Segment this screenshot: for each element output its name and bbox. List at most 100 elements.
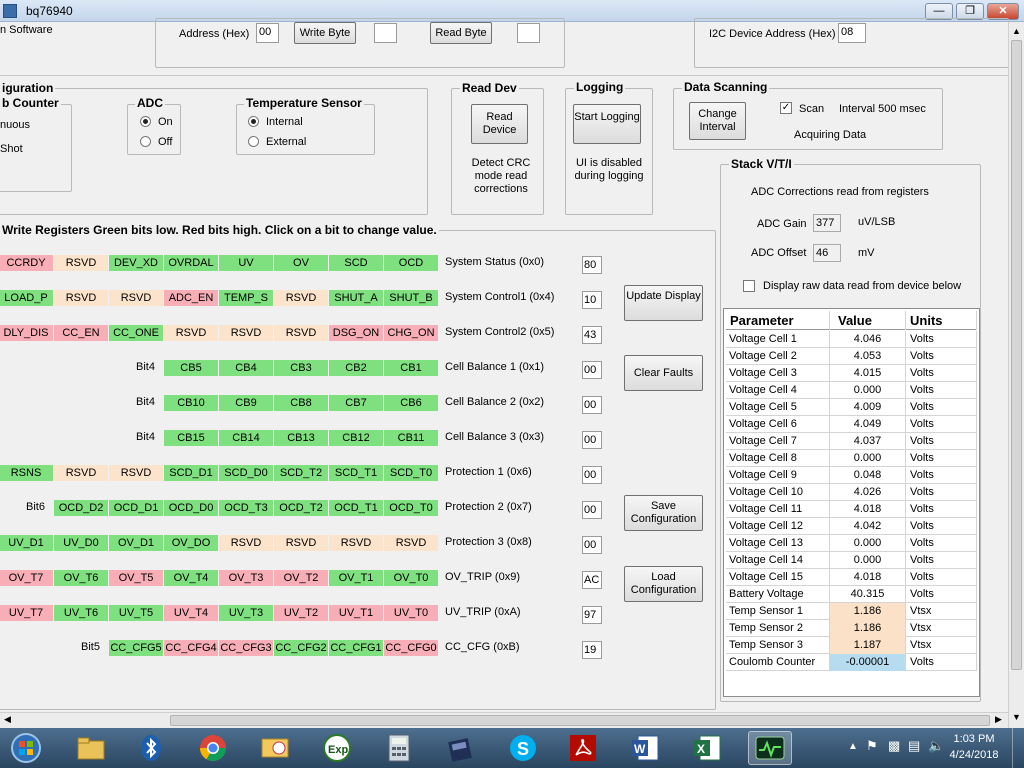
register-bit[interactable]: CC_CFG4 [164, 640, 218, 656]
register-bit[interactable]: OCD_D1 [109, 500, 163, 516]
register-value-input[interactable]: 43 [582, 326, 602, 344]
register-bit[interactable]: OCD_D2 [54, 500, 108, 516]
register-bit[interactable]: OV_T3 [219, 570, 273, 586]
start-logging-button[interactable]: Start Logging [573, 104, 641, 144]
register-bit[interactable]: RSVD [219, 535, 273, 551]
clear-faults-button[interactable]: Clear Faults [624, 355, 703, 391]
calculator-icon[interactable] [380, 732, 418, 764]
vertical-scroll-thumb[interactable] [1011, 40, 1022, 670]
register-bit[interactable]: CB15 [164, 430, 218, 446]
bluetooth-icon[interactable] [132, 732, 170, 764]
update-display-button[interactable]: Update Display [624, 285, 703, 321]
adc-off-radio[interactable] [140, 136, 151, 147]
read-device-button[interactable]: Read Device [471, 104, 528, 144]
register-bit[interactable]: CB1 [384, 360, 438, 376]
i2c-address-input[interactable]: 08 [838, 23, 866, 43]
read-byte-button[interactable]: Read Byte [430, 22, 492, 44]
register-bit[interactable]: CB6 [384, 395, 438, 411]
register-bit[interactable]: RSVD [54, 465, 108, 481]
change-interval-button[interactable]: Change Interval [689, 102, 746, 140]
horizontal-scrollbar[interactable]: ◀ ▶ [0, 712, 1008, 728]
register-bit[interactable]: SCD_D1 [164, 465, 218, 481]
register-bit[interactable]: CB2 [329, 360, 383, 376]
register-bit[interactable]: CC_EN [54, 325, 108, 341]
register-bit[interactable]: OCD_D0 [164, 500, 218, 516]
register-bit[interactable]: RSVD [54, 255, 108, 271]
start-orb-icon[interactable] [8, 732, 44, 764]
register-bit[interactable]: DLY_DIS [0, 325, 53, 341]
scan-checkbox[interactable]: ✓ [780, 102, 792, 114]
chrome-icon[interactable] [194, 732, 232, 764]
register-bit[interactable]: UV_T4 [164, 605, 218, 621]
volume-icon[interactable]: 🔈 [928, 738, 944, 754]
horizontal-scroll-thumb[interactable] [170, 715, 990, 726]
register-bit[interactable]: UV_T6 [54, 605, 108, 621]
register-bit[interactable]: DEV_XD [109, 255, 163, 271]
register-bit[interactable]: LOAD_P [0, 290, 53, 306]
counter-oneshot-option[interactable]: Shot [0, 143, 23, 155]
register-bit[interactable]: TEMP_S [219, 290, 273, 306]
register-bit[interactable]: CB14 [219, 430, 273, 446]
register-bit[interactable]: RSVD [274, 535, 328, 551]
register-bit[interactable]: SCD_T1 [329, 465, 383, 481]
register-bit[interactable]: OV_T1 [329, 570, 383, 586]
register-bit[interactable]: OV_DO [164, 535, 218, 551]
register-bit[interactable]: CB5 [164, 360, 218, 376]
register-bit[interactable]: OCD_T2 [274, 500, 328, 516]
register-bit[interactable]: CC_CFG5 [109, 640, 163, 656]
register-bit[interactable]: CC_CFG2 [274, 640, 328, 656]
register-bit[interactable]: RSVD [274, 290, 328, 306]
write-value-input[interactable] [374, 23, 397, 43]
register-bit[interactable]: OV_T4 [164, 570, 218, 586]
register-bit[interactable]: RSVD [109, 290, 163, 306]
register-bit[interactable]: RSVD [274, 325, 328, 341]
scroll-up-icon[interactable]: ▲ [1012, 26, 1021, 36]
register-bit[interactable]: CB12 [329, 430, 383, 446]
action-center-flag-icon[interactable]: ⚑ [866, 738, 878, 754]
register-bit[interactable]: OV_T0 [384, 570, 438, 586]
register-bit[interactable]: RSVD [329, 535, 383, 551]
register-value-input[interactable]: 00 [582, 536, 602, 554]
register-bit[interactable]: SCD_D0 [219, 465, 273, 481]
register-bit[interactable]: UV_T3 [219, 605, 273, 621]
register-bit[interactable]: RSVD [54, 290, 108, 306]
scroll-right-icon[interactable]: ▶ [995, 714, 1002, 725]
register-value-input[interactable]: 10 [582, 291, 602, 309]
register-bit[interactable]: OCD_T0 [384, 500, 438, 516]
register-bit[interactable]: RSVD [164, 325, 218, 341]
register-value-input[interactable]: 00 [582, 396, 602, 414]
register-bit[interactable]: OV_D1 [109, 535, 163, 551]
save-configuration-button[interactable]: Save Configuration [624, 495, 703, 531]
register-bit[interactable]: CB10 [164, 395, 218, 411]
bq-evm-icon[interactable] [748, 731, 792, 765]
scroll-down-icon[interactable]: ▼ [1012, 712, 1021, 722]
register-bit[interactable]: UV_T0 [384, 605, 438, 621]
register-bit[interactable]: OCD [384, 255, 438, 271]
register-bit[interactable]: UV [219, 255, 273, 271]
register-bit[interactable]: SHUT_A [329, 290, 383, 306]
register-value-input[interactable]: 00 [582, 361, 602, 379]
register-bit[interactable]: OCD_T3 [219, 500, 273, 516]
register-bit[interactable]: CC_ONE [109, 325, 163, 341]
register-bit[interactable]: RSNS [0, 465, 53, 481]
register-bit[interactable]: CB13 [274, 430, 328, 446]
counter-continuous-option[interactable]: nuous [0, 119, 30, 131]
register-bit[interactable]: SCD_T0 [384, 465, 438, 481]
excel-icon[interactable]: X [688, 732, 726, 764]
register-value-input[interactable]: 19 [582, 641, 602, 659]
elf-app-icon[interactable] [442, 732, 480, 764]
write-byte-button[interactable]: Write Byte [294, 22, 356, 44]
temp-external-radio[interactable] [248, 136, 259, 147]
register-bit[interactable]: UV_T7 [0, 605, 53, 621]
register-bit[interactable]: OV_T6 [54, 570, 108, 586]
clock-time[interactable]: 1:03 PM [944, 733, 1004, 745]
register-bit[interactable]: UV_T2 [274, 605, 328, 621]
temp-internal-radio[interactable] [248, 116, 259, 127]
register-bit[interactable]: SCD_T2 [274, 465, 328, 481]
register-value-input[interactable]: 00 [582, 466, 602, 484]
register-bit[interactable]: DSG_ON [329, 325, 383, 341]
explorer-icon[interactable] [72, 732, 110, 764]
show-desktop-button[interactable] [1012, 728, 1024, 768]
address-input[interactable]: 00 [256, 23, 279, 43]
register-bit[interactable]: OVRDAL [164, 255, 218, 271]
